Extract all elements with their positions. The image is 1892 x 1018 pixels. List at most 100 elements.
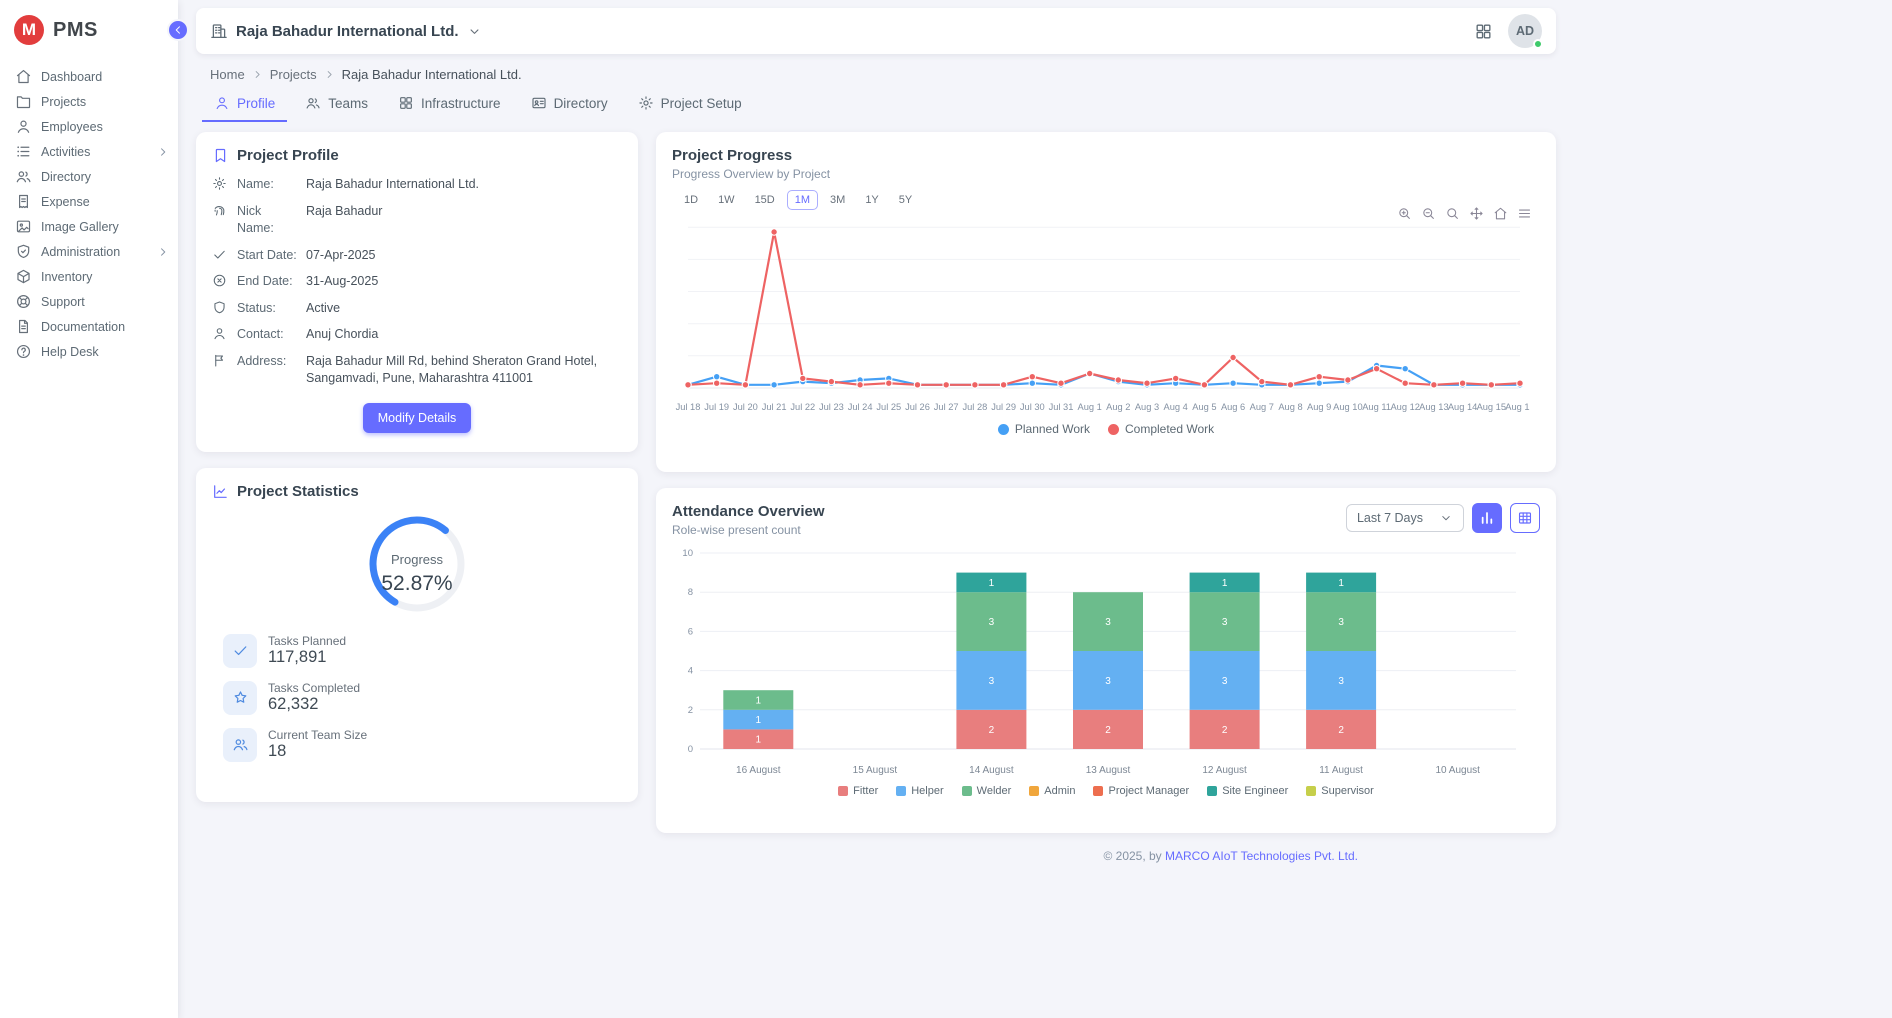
chart-line-icon xyxy=(212,483,229,500)
sidebar-item-support[interactable]: Support xyxy=(0,289,178,314)
svg-text:Aug 10: Aug 10 xyxy=(1333,402,1362,412)
attendance-card-subtitle: Role-wise present count xyxy=(672,523,825,537)
range-button-15d[interactable]: 15D xyxy=(747,190,783,210)
range-button-5y[interactable]: 5Y xyxy=(891,190,920,210)
top-header: Raja Bahadur International Ltd. AD xyxy=(196,8,1556,54)
menu-icon[interactable] xyxy=(1517,206,1532,221)
range-button-1y[interactable]: 1Y xyxy=(857,190,886,210)
sidebar-item-help-desk[interactable]: Help Desk xyxy=(0,339,178,364)
svg-text:Aug 9: Aug 9 xyxy=(1307,402,1331,412)
legend-item-admin[interactable]: Admin xyxy=(1029,785,1075,797)
user-icon xyxy=(212,326,228,344)
svg-text:13 August: 13 August xyxy=(1086,765,1131,776)
sidebar-collapse-button[interactable] xyxy=(167,19,189,41)
tab-label: Project Setup xyxy=(661,96,742,111)
date-range-select[interactable]: Last 7 Days xyxy=(1346,504,1464,532)
project-statistics-card: Project Statistics Progress 52.87% Tasks… xyxy=(196,468,638,802)
svg-text:3: 3 xyxy=(1338,617,1344,628)
bookmark-icon xyxy=(212,147,229,164)
sidebar-item-employees[interactable]: Employees xyxy=(0,114,178,139)
legend-item-planned-work[interactable]: Planned Work xyxy=(998,422,1090,436)
profile-field-start-date: Start Date: 07-Apr-2025 xyxy=(212,247,622,265)
legend-item-supervisor[interactable]: Supervisor xyxy=(1306,785,1374,797)
sidebar-item-projects[interactable]: Projects xyxy=(0,89,178,114)
tab-infrastructure[interactable]: Infrastructure xyxy=(386,86,513,122)
svg-text:12 August: 12 August xyxy=(1202,765,1247,776)
zoom-in-icon[interactable] xyxy=(1397,206,1412,221)
svg-text:1: 1 xyxy=(756,715,762,726)
gear-icon xyxy=(638,95,654,111)
home-icon[interactable] xyxy=(1493,206,1508,221)
stat-tasks-planned: Tasks Planned 117,891 xyxy=(223,634,622,668)
pan-icon[interactable] xyxy=(1469,206,1484,221)
svg-text:2: 2 xyxy=(688,705,693,716)
legend-item-welder[interactable]: Welder xyxy=(962,785,1012,797)
breadcrumb-item-home[interactable]: Home xyxy=(210,67,245,82)
tab-label: Infrastructure xyxy=(421,96,501,111)
attendance-chart[interactable]: 024681011116 August15 August233114 Augus… xyxy=(672,545,1540,783)
field-label: Name: xyxy=(237,176,297,194)
chart-view-button[interactable] xyxy=(1472,503,1502,533)
tab-directory[interactable]: Directory xyxy=(519,86,620,122)
apps-grid-icon[interactable] xyxy=(1474,22,1493,41)
sidebar-item-expense[interactable]: Expense xyxy=(0,189,178,214)
profile-field-address: Address: Raja Bahadur Mill Rd, behind Sh… xyxy=(212,353,622,388)
progress-card-subtitle: Progress Overview by Project xyxy=(672,167,1540,181)
range-button-1w[interactable]: 1W xyxy=(710,190,743,210)
attendance-chart-legend: Fitter Helper Welder Admin Project Manager Si… xyxy=(672,785,1540,797)
user-avatar[interactable]: AD xyxy=(1508,14,1542,48)
app-logo[interactable]: M PMS xyxy=(0,0,178,58)
sidebar-item-activities[interactable]: Activities xyxy=(0,139,178,164)
svg-text:Aug 5: Aug 5 xyxy=(1192,402,1216,412)
legend-dot xyxy=(998,424,1009,435)
breadcrumb-item-projects[interactable]: Projects xyxy=(270,67,317,82)
gauge-value: 52.87% xyxy=(362,572,472,596)
sidebar-item-label: Administration xyxy=(41,245,147,259)
svg-text:Jul 30: Jul 30 xyxy=(1020,402,1045,412)
sidebar-item-administration[interactable]: Administration xyxy=(0,239,178,264)
header-actions: AD xyxy=(1474,14,1542,48)
zoom-out-icon[interactable] xyxy=(1421,206,1436,221)
legend-swatch xyxy=(838,786,848,796)
tab-profile[interactable]: Profile xyxy=(202,86,287,122)
sidebar-item-directory[interactable]: Directory xyxy=(0,164,178,189)
bar-chart-icon xyxy=(1479,510,1495,526)
range-button-1d[interactable]: 1D xyxy=(676,190,706,210)
legend-item-project-manager[interactable]: Project Manager xyxy=(1093,785,1189,797)
svg-text:Jul 18: Jul 18 xyxy=(676,402,701,412)
legend-item-completed-work[interactable]: Completed Work xyxy=(1108,422,1214,436)
field-value: Anuj Chordia xyxy=(306,326,622,344)
legend-item-site-engineer[interactable]: Site Engineer xyxy=(1207,785,1288,797)
zoom-icon[interactable] xyxy=(1445,206,1460,221)
sidebar-item-image-gallery[interactable]: Image Gallery xyxy=(0,214,178,239)
sidebar-item-dashboard[interactable]: Dashboard xyxy=(0,64,178,89)
sidebar-item-label: Image Gallery xyxy=(41,220,170,234)
svg-text:Jul 24: Jul 24 xyxy=(848,402,873,412)
legend-item-helper[interactable]: Helper xyxy=(896,785,943,797)
svg-text:3: 3 xyxy=(1222,676,1228,687)
svg-text:2: 2 xyxy=(1222,725,1228,736)
legend-item-fitter[interactable]: Fitter xyxy=(838,785,878,797)
project-selector[interactable]: Raja Bahadur International Ltd. xyxy=(210,22,482,40)
table-view-button[interactable] xyxy=(1510,503,1540,533)
sidebar-item-documentation[interactable]: Documentation xyxy=(0,314,178,339)
svg-text:1: 1 xyxy=(989,578,995,589)
user-icon xyxy=(214,95,230,111)
tab-teams[interactable]: Teams xyxy=(293,86,380,122)
project-selector-label: Raja Bahadur International Ltd. xyxy=(236,23,459,40)
project-progress-chart[interactable]: Jul 18Jul 19Jul 20Jul 21Jul 22Jul 23Jul … xyxy=(672,214,1540,420)
svg-text:14 August: 14 August xyxy=(969,765,1014,776)
range-button-1m[interactable]: 1M xyxy=(787,190,818,210)
field-label: Address: xyxy=(237,353,297,388)
field-value: Raja Bahadur Mill Rd, behind Sheraton Gr… xyxy=(306,353,622,388)
shield-icon xyxy=(212,300,228,318)
tab-label: Directory xyxy=(554,96,608,111)
field-value: Raja Bahadur International Ltd. xyxy=(306,176,622,194)
breadcrumb-item-raja-bahadur-international-ltd[interactable]: Raja Bahadur International Ltd. xyxy=(342,67,522,82)
footer-link[interactable]: MARCO AIoT Technologies Pvt. Ltd. xyxy=(1165,849,1358,863)
tab-project-setup[interactable]: Project Setup xyxy=(626,86,754,122)
sidebar-item-inventory[interactable]: Inventory xyxy=(0,264,178,289)
field-value: Active xyxy=(306,300,622,318)
range-button-3m[interactable]: 3M xyxy=(822,190,853,210)
modify-details-button[interactable]: Modify Details xyxy=(363,403,472,433)
